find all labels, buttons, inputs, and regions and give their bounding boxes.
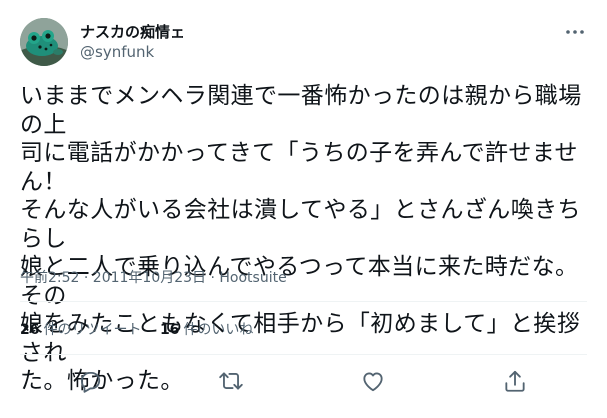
tweet-card: ナスカの痴情ェ @synfunk いままでメンヘラ関連で一番怖かったのは親から職… — [0, 0, 607, 418]
retweets-stat[interactable]: 26 件のリツイート — [20, 320, 141, 340]
share-icon — [505, 370, 525, 392]
frog-avatar-icon — [20, 18, 68, 66]
retweets-label: 件のリツイート — [43, 322, 142, 338]
retweets-count: 26 — [20, 322, 40, 338]
more-options-icon[interactable] — [564, 24, 586, 40]
author-handle[interactable]: @synfunk — [80, 42, 185, 62]
tweet-stats: 26 件のリツイート 16 件のいいね — [20, 320, 267, 340]
likes-count: 16 — [159, 322, 180, 338]
divider — [20, 354, 587, 355]
like-button[interactable] — [360, 368, 386, 394]
tweet-actions — [0, 366, 607, 396]
tweet-timestamp-source[interactable]: 午前2:52 · 2011年10月23日 · Hootsuite — [20, 268, 287, 288]
likes-label: 件のいいね — [183, 322, 254, 338]
share-button[interactable] — [502, 368, 528, 394]
retweet-icon — [219, 372, 243, 390]
reply-icon — [80, 371, 101, 393]
author-display-name[interactable]: ナスカの痴情ェ — [80, 22, 185, 42]
divider — [20, 301, 587, 302]
likes-stat[interactable]: 16 件のいいね — [160, 320, 253, 340]
retweet-button[interactable] — [218, 368, 244, 394]
avatar[interactable] — [20, 18, 68, 66]
heart-icon — [363, 372, 383, 392]
reply-button[interactable] — [77, 368, 103, 394]
tweet-text: いままでメンヘラ関連で一番怖かったのは親から職場の上 司に電話がかかってきて「う… — [20, 83, 582, 394]
tweet-author: ナスカの痴情ェ @synfunk — [80, 22, 185, 62]
